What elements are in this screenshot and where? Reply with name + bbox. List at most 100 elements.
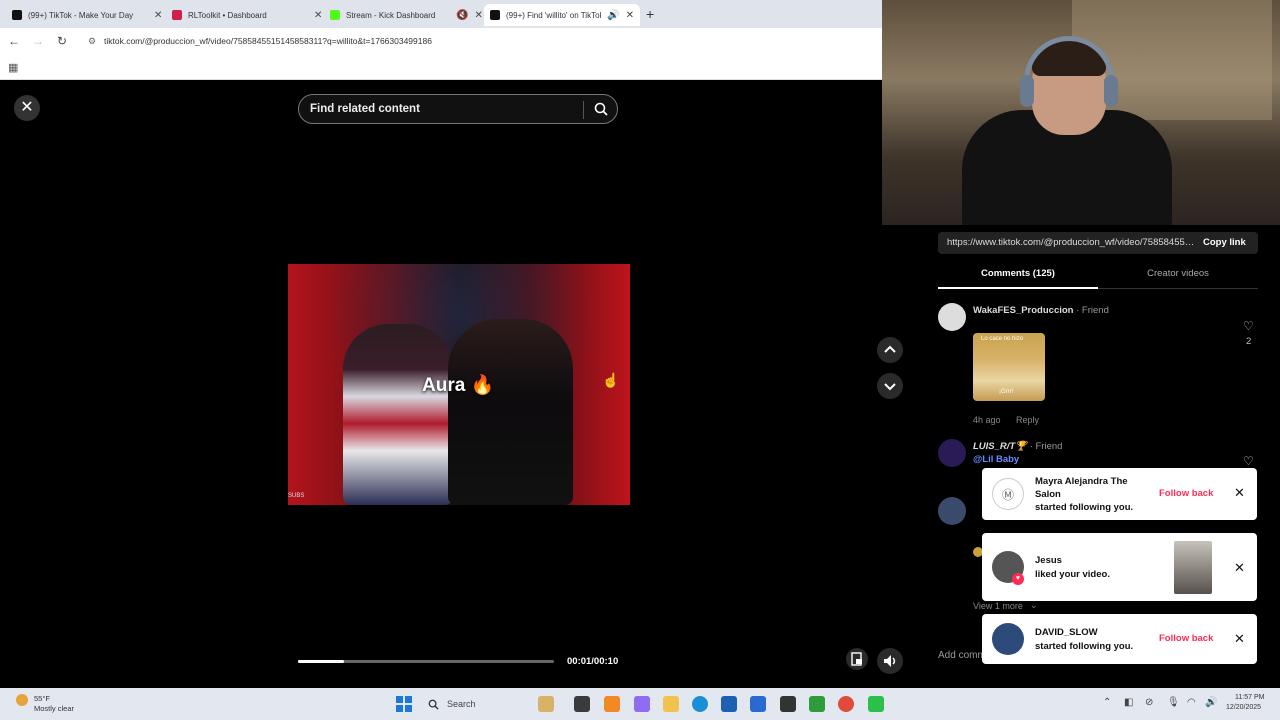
follow-back-button[interactable]: Follow back (1159, 633, 1213, 644)
close-icon[interactable]: ✕ (1234, 485, 1245, 501)
file-explorer-icon[interactable] (663, 696, 679, 712)
friend-badge: · Friend (1027, 441, 1063, 452)
follow-notification[interactable]: Ⓜ Mayra Alejandra The Salon started foll… (982, 468, 1257, 520)
widgets-icon[interactable] (538, 696, 554, 712)
heart-badge-icon: ♥ (1012, 573, 1024, 585)
comment-author[interactable]: LUIS_R/T🏆 · Friend (973, 441, 1062, 452)
tab-comments[interactable]: Comments (125) (938, 263, 1098, 289)
share-link-url[interactable]: https://www.tiktok.com/@produccion_wf/vi… (947, 237, 1197, 248)
tab-tiktok-home[interactable]: (99+) TikTok - Make Your Day ✕ (6, 4, 168, 26)
windows-start-icon[interactable] (396, 696, 412, 712)
back-icon[interactable]: ← (2, 34, 26, 48)
weather-icon[interactable] (16, 694, 28, 706)
previous-video-button[interactable] (877, 337, 903, 363)
avatar[interactable] (938, 303, 966, 331)
wifi-icon[interactable]: ◠ (1187, 697, 1196, 708)
tab-creator-videos[interactable]: Creator videos (1098, 263, 1258, 289)
notification-name: Mayra Alejandra The Salon (1035, 476, 1128, 500)
like-count: 2 (1246, 336, 1252, 347)
headphone-left (1020, 75, 1034, 107)
speaker-icon[interactable]: 🔊 (1205, 697, 1217, 708)
notification-text: started following you. (1035, 641, 1134, 652)
mute-icon[interactable]: ⊘ (1145, 697, 1153, 708)
notification-text: started following you. (1035, 502, 1134, 513)
close-icon[interactable]: ✕ (1234, 631, 1245, 647)
chevron-up-icon (884, 345, 896, 353)
comment-mention[interactable]: @Lil Baby (973, 454, 1019, 465)
headphone-right (1104, 75, 1118, 107)
hand-cursor-icon: ☝ (602, 372, 620, 388)
chevron-up-icon[interactable]: ⌃ (1103, 697, 1111, 708)
edge-icon[interactable] (692, 696, 708, 712)
url-text: tiktok.com/@produccion_wf/video/75858455… (104, 36, 432, 46)
video-person-right (448, 319, 573, 505)
miniplayer-icon (851, 652, 862, 666)
tab-bar: (99+) TikTok - Make Your Day ✕ RLToolkit… (0, 0, 882, 28)
chevron-down-icon: ⌄ (1030, 600, 1038, 610)
url-field[interactable]: ⚙ tiktok.com/@produccion_wf/video/758584… (86, 32, 876, 50)
webcam-overlay (882, 0, 1280, 225)
avatar: Ⓜ (992, 478, 1024, 510)
tab-kick[interactable]: Stream - Kick Dashboard 🔇 ✕ (324, 4, 489, 26)
xbox-icon[interactable] (809, 696, 825, 712)
app-icon[interactable] (604, 696, 620, 712)
site-info-icon[interactable]: ⚙ (88, 32, 96, 50)
search-icon[interactable] (593, 101, 609, 117)
copilot-icon[interactable] (634, 696, 650, 712)
comment-author-name: LUIS_R/T🏆 (973, 441, 1028, 452)
like-notification[interactable]: ♥ Jesus liked your video. ✕ (982, 533, 1257, 601)
apps-grid-icon[interactable]: ▦ (8, 61, 18, 74)
video-corner-text: SUBS (288, 493, 305, 499)
comment-author[interactable]: WakaFES_Produccion · Friend (973, 305, 1109, 316)
clock-date[interactable]: 12/20/2025 (1226, 704, 1261, 711)
close-tab-icon[interactable]: ✕ (314, 10, 322, 21)
heart-icon[interactable]: ♡ (1243, 319, 1254, 333)
next-video-button[interactable] (877, 373, 903, 399)
follow-back-button[interactable]: Follow back (1159, 488, 1213, 499)
chrome-icon[interactable] (838, 696, 854, 712)
new-tab-button[interactable]: + (646, 6, 654, 22)
avatar[interactable] (938, 439, 966, 467)
close-viewer-button[interactable]: ✕ (14, 95, 40, 121)
clock-time[interactable]: 11:57 PM (1235, 694, 1264, 701)
reload-icon[interactable]: ↻ (50, 34, 74, 48)
kick-icon (330, 10, 340, 20)
heart-icon[interactable]: ♡ (1243, 454, 1254, 468)
close-tab-icon[interactable]: ✕ (626, 10, 634, 21)
friend-badge: · Friend (1073, 305, 1109, 316)
close-tab-icon[interactable]: ✕ (154, 10, 162, 21)
outlook-icon[interactable] (750, 696, 766, 712)
copy-link-button[interactable]: Copy link (1203, 237, 1246, 248)
tab-tiktok-search[interactable]: (99+) Find 'willito' on TikTok 🔊 ✕ (484, 4, 640, 26)
taskbar-search[interactable]: Search (420, 693, 540, 715)
forward-icon[interactable]: → (26, 34, 50, 48)
notification-name: Jesus (1035, 555, 1062, 566)
app-icon[interactable] (780, 696, 796, 712)
kick-app-icon[interactable] (868, 696, 884, 712)
related-search-input[interactable]: Find related content (298, 94, 618, 124)
tab-label: (99+) Find 'willito' on TikTok (506, 10, 602, 20)
close-tab-icon[interactable]: ✕ (474, 10, 482, 21)
avatar[interactable] (938, 497, 966, 525)
close-icon[interactable]: ✕ (1234, 560, 1245, 576)
tab-rltoolkit[interactable]: RLToolkit • Dashboard ✕ (166, 4, 328, 26)
mute-tab-icon[interactable]: 🔇 (456, 10, 468, 21)
tab-label: RLToolkit • Dashboard (188, 10, 267, 20)
taskbar-search-label: Search (447, 699, 476, 709)
salon-logo-icon: Ⓜ (1002, 488, 1015, 502)
miniplayer-button[interactable] (846, 648, 868, 670)
follow-notification[interactable]: DAVID_SLOW started following you. Follow… (982, 614, 1257, 664)
reply-button[interactable]: Reply (1016, 415, 1039, 425)
volume-icon (884, 655, 896, 667)
view-more-replies[interactable]: View 1 more (973, 601, 1023, 611)
microphone-icon[interactable]: 🎙 (1167, 697, 1180, 708)
network-icon[interactable]: ◧ (1124, 697, 1133, 708)
task-view-icon[interactable] (574, 696, 590, 712)
audio-tab-icon[interactable]: 🔊 (607, 10, 619, 21)
store-icon[interactable] (721, 696, 737, 712)
volume-button[interactable] (877, 648, 903, 674)
video-player[interactable]: Aura 🔥 SUBS (288, 264, 630, 505)
video-thumbnail[interactable] (1174, 541, 1212, 594)
progress-bar[interactable] (298, 660, 554, 663)
tab-label: (99+) TikTok - Make Your Day (28, 10, 134, 20)
